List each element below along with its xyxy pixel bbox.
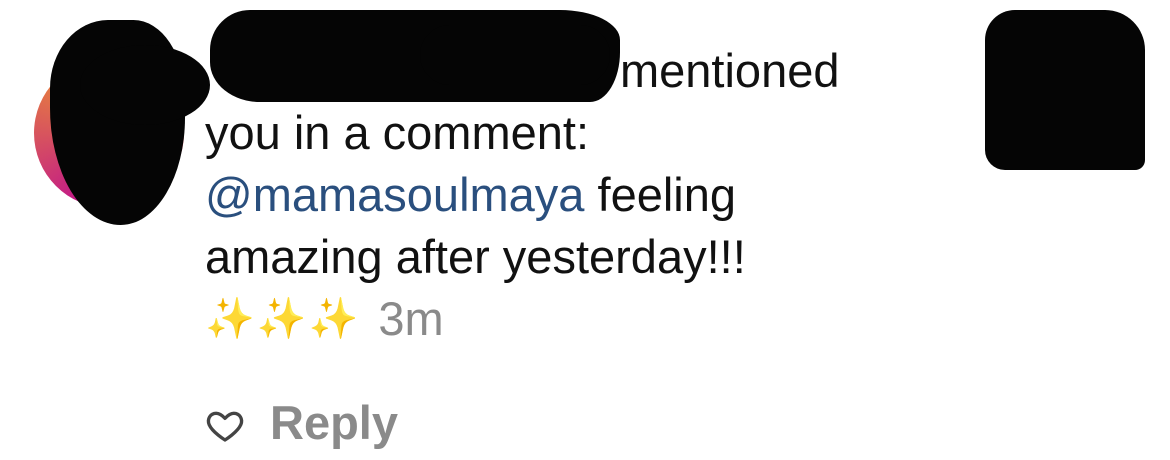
comment-line-2: amazing after yesterday!!!: [205, 230, 746, 283]
avatar[interactable]: [30, 20, 210, 225]
avatar-redaction: [80, 45, 210, 125]
notification-line-2: you in a comment:: [205, 106, 590, 159]
heart-outline-icon[interactable]: [205, 405, 245, 445]
action-text: mentioned: [620, 44, 840, 97]
timestamp: 3m: [378, 292, 444, 345]
comment-meta: ✨✨✨ 3m: [205, 288, 925, 350]
mention-link[interactable]: @mamasoulmaya: [205, 168, 584, 221]
comment-actions: Reply: [205, 395, 398, 450]
comment-text: feeling: [584, 168, 737, 221]
post-thumbnail-redaction[interactable]: [985, 10, 1145, 170]
username-redaction: [420, 25, 610, 85]
reply-button[interactable]: Reply: [270, 395, 398, 450]
sparkles-emoji: ✨✨✨: [205, 297, 361, 341]
comment-line-1: @mamasoulmaya feeling: [205, 164, 925, 226]
